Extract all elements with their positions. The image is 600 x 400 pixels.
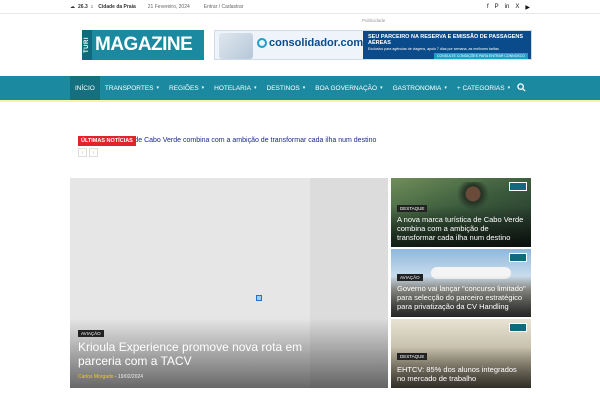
nav-item-gastronomia[interactable]: Gastronomia ▾ bbox=[388, 76, 452, 100]
nav-divider bbox=[0, 100, 600, 102]
temperature-unit: C bbox=[90, 5, 94, 9]
login-link[interactable]: Entrar / Cadastrar bbox=[204, 4, 244, 10]
ticker-headline[interactable]: stica de Cabo Verde combina com a ambiçã… bbox=[118, 136, 376, 146]
search-icon[interactable] bbox=[517, 82, 530, 94]
banner-subline: Exclusivo para agências de viagens, apoi… bbox=[368, 47, 499, 51]
chevron-down-icon: ▾ bbox=[444, 85, 447, 91]
chevron-down-icon: ▾ bbox=[507, 85, 511, 91]
banner-cta[interactable]: CONSULTE CONDIÇÕES PARA ENTRAR CONNOSCO bbox=[434, 53, 528, 59]
main-nav: Início Transportes ▾ Regiões ▾ Hotelaria ▾ … bbox=[0, 76, 600, 100]
brand-badge bbox=[509, 323, 527, 332]
chevron-down-icon: ▾ bbox=[380, 85, 383, 91]
card-category[interactable]: DESTAQUE bbox=[397, 353, 428, 360]
card-category[interactable]: DESTAQUE bbox=[397, 205, 428, 212]
side-card[interactable]: DESTAQUE EHTCV: 85% dos alunos integrado… bbox=[391, 319, 531, 388]
page: ☁ 26.3 C Cidade da Praia 21 Fevereiro, 2… bbox=[0, 0, 600, 400]
featured-category[interactable]: AVIAÇÃO bbox=[78, 330, 104, 337]
logo-main-text: MAGAZINE bbox=[95, 34, 193, 55]
image-placeholder-icon bbox=[256, 295, 262, 301]
brand-badge bbox=[509, 182, 527, 191]
nav-item-hotelaria[interactable]: Hotelaria ▾ bbox=[209, 76, 261, 100]
featured-date: 19/02/2024 bbox=[118, 374, 144, 380]
nav-item-categorias[interactable]: + Categorias ▾ bbox=[452, 76, 515, 100]
social-links: f P in X ▶ bbox=[487, 4, 530, 11]
cloud-icon: ☁ bbox=[70, 4, 75, 10]
pinterest-icon[interactable]: P bbox=[495, 4, 499, 11]
banner-brand: consolidador.com bbox=[257, 37, 363, 49]
brand-logo-icon bbox=[257, 38, 267, 49]
ad-banner[interactable]: consolidador.com SEU PARCEIRO NA RESERVA… bbox=[214, 30, 532, 60]
featured-author[interactable]: Carlos Morgado bbox=[78, 374, 114, 380]
nav-item-regioes[interactable]: Regiões ▾ bbox=[164, 76, 209, 100]
city-name: Cidade da Praia bbox=[98, 4, 136, 10]
airplane-image bbox=[219, 33, 253, 59]
ticker-controls: ‹ › bbox=[78, 148, 98, 157]
site-logo[interactable]: TURI MAGAZINE bbox=[82, 30, 204, 60]
featured-title[interactable]: Krioula Experience promove nova rota em … bbox=[78, 340, 318, 368]
ticker-label: Últimas Notícias bbox=[78, 136, 136, 146]
temperature: 26.3 bbox=[78, 4, 88, 10]
card-title[interactable]: Governo vai lançar "concurso limitado" p… bbox=[397, 284, 527, 311]
nav-item-transportes[interactable]: Transportes ▾ bbox=[100, 76, 164, 100]
nav-item-inicio[interactable]: Início bbox=[70, 76, 100, 100]
brand-badge bbox=[509, 253, 527, 262]
top-bar: ☁ 26.3 C Cidade da Praia 21 Fevereiro, 2… bbox=[0, 0, 600, 14]
linkedin-icon[interactable]: in bbox=[505, 4, 510, 11]
side-card[interactable]: DESTAQUE A nova marca turística de Cabo … bbox=[391, 178, 531, 247]
weather-widget: ☁ 26.3 C Cidade da Praia bbox=[70, 4, 136, 10]
card-title[interactable]: A nova marca turística de Cabo Verde com… bbox=[397, 215, 527, 242]
facebook-icon[interactable]: f bbox=[487, 4, 489, 11]
banner-text-panel: SEU PARCEIRO NA RESERVA E EMISSÃO DE PAS… bbox=[363, 31, 531, 59]
current-date: 21 Fevereiro, 2024 bbox=[147, 4, 190, 10]
card-title[interactable]: EHTCV: 85% dos alunos integrados no merc… bbox=[397, 365, 527, 383]
youtube-icon[interactable]: ▶ bbox=[525, 4, 530, 11]
nav-item-destinos[interactable]: Destinos ▾ bbox=[262, 76, 311, 100]
chevron-down-icon: ▾ bbox=[156, 85, 160, 91]
card-category[interactable]: AVIAÇÃO bbox=[397, 274, 423, 281]
banner-headline: SEU PARCEIRO NA RESERVA E EMISSÃO DE PAS… bbox=[368, 34, 524, 46]
featured-meta: Carlos Morgado - 19/02/2024 bbox=[78, 374, 144, 380]
ad-label: Publicidade bbox=[362, 18, 386, 23]
logo-side-text: TURI bbox=[82, 30, 92, 60]
next-arrow-icon[interactable]: › bbox=[89, 148, 98, 157]
prev-arrow-icon[interactable]: ‹ bbox=[78, 148, 87, 157]
chevron-down-icon: ▾ bbox=[302, 85, 306, 91]
chevron-down-icon: ▾ bbox=[254, 85, 257, 91]
nav-item-boa-governacao[interactable]: Boa Governação ▾ bbox=[310, 76, 387, 100]
chevron-down-icon: ▾ bbox=[201, 85, 205, 91]
x-icon[interactable]: X bbox=[515, 4, 519, 11]
side-card[interactable]: AVIAÇÃO Governo vai lançar "concurso lim… bbox=[391, 249, 531, 317]
